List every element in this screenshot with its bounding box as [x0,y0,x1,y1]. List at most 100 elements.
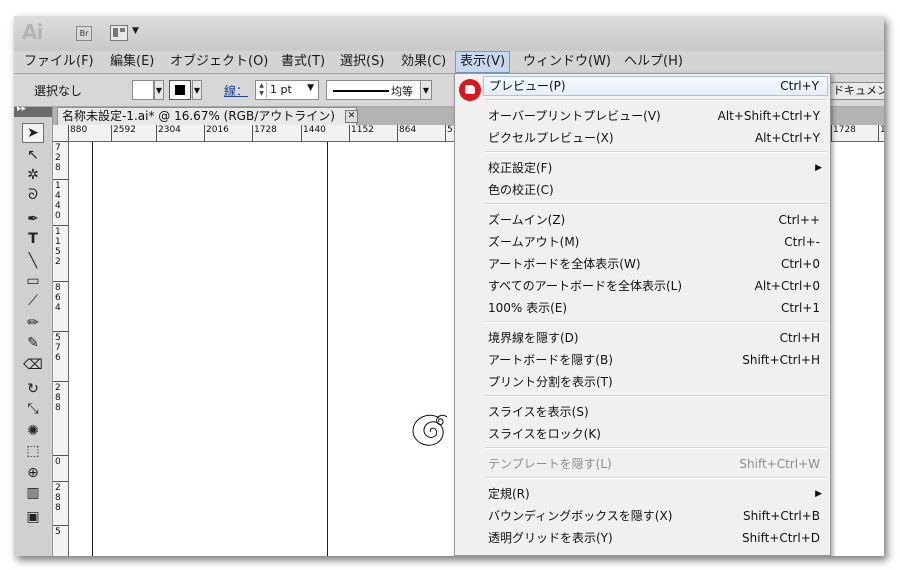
ruler-label: 5 [55,527,61,537]
arrange-documents-icon[interactable] [110,25,128,41]
stepper-arrows-icon[interactable]: ▲ ▼ [257,82,267,98]
paintbrush-tool-icon[interactable]: ⟋ [22,291,44,311]
ruler-label: 880 [70,125,88,135]
ruler-label: 1728 [833,125,856,135]
menu-view[interactable]: 表示(V) [455,51,511,73]
collapse-icon[interactable]: ▸▸ [17,104,26,114]
stroke-weight-value[interactable]: 1 pt [270,83,292,96]
profile-options-dropdown[interactable]: ▼ [420,80,432,100]
menu-item-show-slices[interactable]: スライスを表示(S) [483,402,828,422]
menu-item-zoom-in[interactable]: ズームイン(Z) Ctrl++ [483,210,828,230]
menu-item-shortcut: Shift+Ctrl+B [743,509,820,523]
pencil-tool-icon[interactable]: ✏ [22,313,44,333]
menu-type[interactable]: 書式(T) [277,51,329,73]
menu-item-lock-slices[interactable]: スライスをロック(K) [483,424,828,444]
menu-select[interactable]: 選択(S) [336,51,388,73]
menu-item-show-transparency-grid[interactable]: 透明グリッドを表示(Y) Shift+Ctrl+D [483,528,828,548]
pen-tool-icon[interactable]: ✒ [22,209,44,229]
bridge-button[interactable]: Br [76,26,92,41]
stroke-profile-value: 均等 [391,85,413,98]
rotate-tool-icon[interactable]: ↻ [22,379,44,399]
blob-brush-tool-icon[interactable]: ✎ [22,333,44,353]
menu-item-fit-artboard[interactable]: アートボードを全体表示(W) Ctrl+0 [483,254,828,274]
menu-item-label: ズームアウト(M) [488,235,580,249]
shape-builder-tool-icon[interactable]: ⊕ [22,463,44,483]
artboard-right-edge [327,142,328,556]
menu-item-hide-artboards[interactable]: アートボードを隠す(B) Shift+Ctrl+H [483,350,828,370]
eraser-tool-icon[interactable]: ⌫ [22,355,44,375]
ruler-label: 1152 [351,125,374,135]
document-tab[interactable]: 名称未設定-1.ai* @ 16.67% (RGB/アウトライン) ✕ [57,107,358,125]
graph-tool-icon[interactable]: ▥ [22,483,44,503]
line-tool-icon[interactable]: ╲ [22,251,44,271]
chevron-down-icon[interactable]: ▼ [132,26,139,36]
title-bar: Ai Br ▼ [14,16,884,52]
fill-dropdown[interactable]: ▼ [154,80,164,100]
close-icon[interactable]: ✕ [345,110,358,123]
magic-wand-tool-icon[interactable]: ✲ [22,165,44,185]
menu-item-hide-edges[interactable]: 境界線を隠す(D) Ctrl+H [483,328,828,348]
menu-item-label: テンプレートを隠す(L) [488,457,612,471]
menu-item-pixel-preview[interactable]: ピクセルプレビュー(X) Alt+Ctrl+Y [483,128,828,148]
menu-item-proof-colors[interactable]: 色の校正(C) [483,180,828,200]
menu-item-label: ピクセルプレビュー(X) [488,131,614,145]
tools-panel: ▸▸ ➤ ↖ ✲ ᘐ ✒ T ╲ ▭ ⟋ ✏ ✎ ⌫ ↻ ⤡ ✺ ⬚ ⊕ ▥ ▣ [14,104,53,556]
ruler-label: 1440 [55,181,61,221]
artboard-tool-icon[interactable]: ▣ [22,507,44,527]
rectangle-tool-icon[interactable]: ▭ [22,271,44,291]
ruler-tick [53,331,68,332]
stroke-swatch[interactable] [169,80,191,100]
menu-help[interactable]: ヘルプ(H) [620,51,687,73]
direct-selection-tool-icon[interactable]: ↖ [22,145,44,165]
menu-item-zoom-out[interactable]: ズームアウト(M) Ctrl+- [483,232,828,252]
menu-item-rulers[interactable]: 定規(R) ▶ [483,484,828,504]
swirl-artwork[interactable] [399,402,459,462]
menu-edit[interactable]: 編集(E) [106,51,158,73]
stroke-profile-dropdown[interactable]: 均等 [326,80,432,100]
menu-separator [485,321,827,323]
menu-item-proof-setup[interactable]: 校正設定(F) ▶ [483,158,828,178]
menu-item-fit-all[interactable]: すべてのアートボードを全体表示(L) Alt+Ctrl+0 [483,276,828,296]
menu-item-preview[interactable]: プレビュー(P) Ctrl+Y [483,76,828,96]
ruler-label: 1152 [55,227,61,267]
menu-item-label: 100% 表示(E) [488,301,568,315]
menu-item-actual-size[interactable]: 100% 表示(E) Ctrl+1 [483,298,828,318]
warp-tool-icon[interactable]: ✺ [22,421,44,441]
ruler-tick [53,481,68,482]
menu-object[interactable]: オブジェクト(O) [166,51,272,73]
menu-item-label: 定規(R) [488,487,530,501]
free-transform-tool-icon[interactable]: ⬚ [22,441,44,461]
menu-item-shortcut: Shift+Ctrl+H [742,353,820,367]
menu-item-label: 校正設定(F) [488,161,553,175]
menu-item-shortcut: Alt+Shift+Ctrl+Y [717,109,820,123]
menu-item-label: 色の校正(C) [488,183,554,197]
type-tool-icon[interactable]: T [22,229,44,249]
menu-item-overprint-preview[interactable]: オーバープリントプレビュー(V) Alt+Shift+Ctrl+Y [483,106,828,126]
ruler-tick [445,125,446,141]
menu-item-label: スライスをロック(K) [488,427,601,441]
ruler-tick [53,525,68,526]
tools-panel-header[interactable]: ▸▸ [14,104,52,117]
stroke-label[interactable]: 線： [224,82,248,99]
menu-effect[interactable]: 効果(C) [397,51,450,73]
lasso-tool-icon[interactable]: ᘐ [22,185,44,205]
menu-item-label: 透明グリッドを表示(Y) [488,531,613,545]
menu-separator [485,203,827,205]
ruler-label: 864 [55,283,61,313]
menu-item-show-print-tiling[interactable]: プリント分割を表示(T) [483,372,828,392]
menu-item-hide-bounding-box[interactable]: バウンディングボックスを隠す(X) Shift+Ctrl+B [483,506,828,526]
ruler-tick [156,125,157,141]
stroke-dropdown[interactable]: ▼ [192,80,202,100]
stroke-weight-stepper[interactable]: ▲ ▼ 1 pt ▼ [255,80,319,100]
fill-swatch[interactable] [132,80,154,100]
menu-file[interactable]: ファイル(F) [20,51,98,73]
vertical-ruler[interactable]: 728 1440 1152 864 576 288 0 288 5 [53,141,69,556]
menu-item-shortcut: Ctrl+Y [780,79,819,93]
scale-tool-icon[interactable]: ⤡ [22,399,44,419]
chevron-down-icon[interactable]: ▼ [307,83,314,93]
ruler-tick [53,281,68,282]
menu-window[interactable]: ウィンドウ(W) [519,51,615,73]
selection-tool-icon[interactable]: ➤ [22,123,44,143]
document-setup-button[interactable]: ドキュメント設定 [829,82,884,100]
ruler-label: 576 [55,333,61,363]
